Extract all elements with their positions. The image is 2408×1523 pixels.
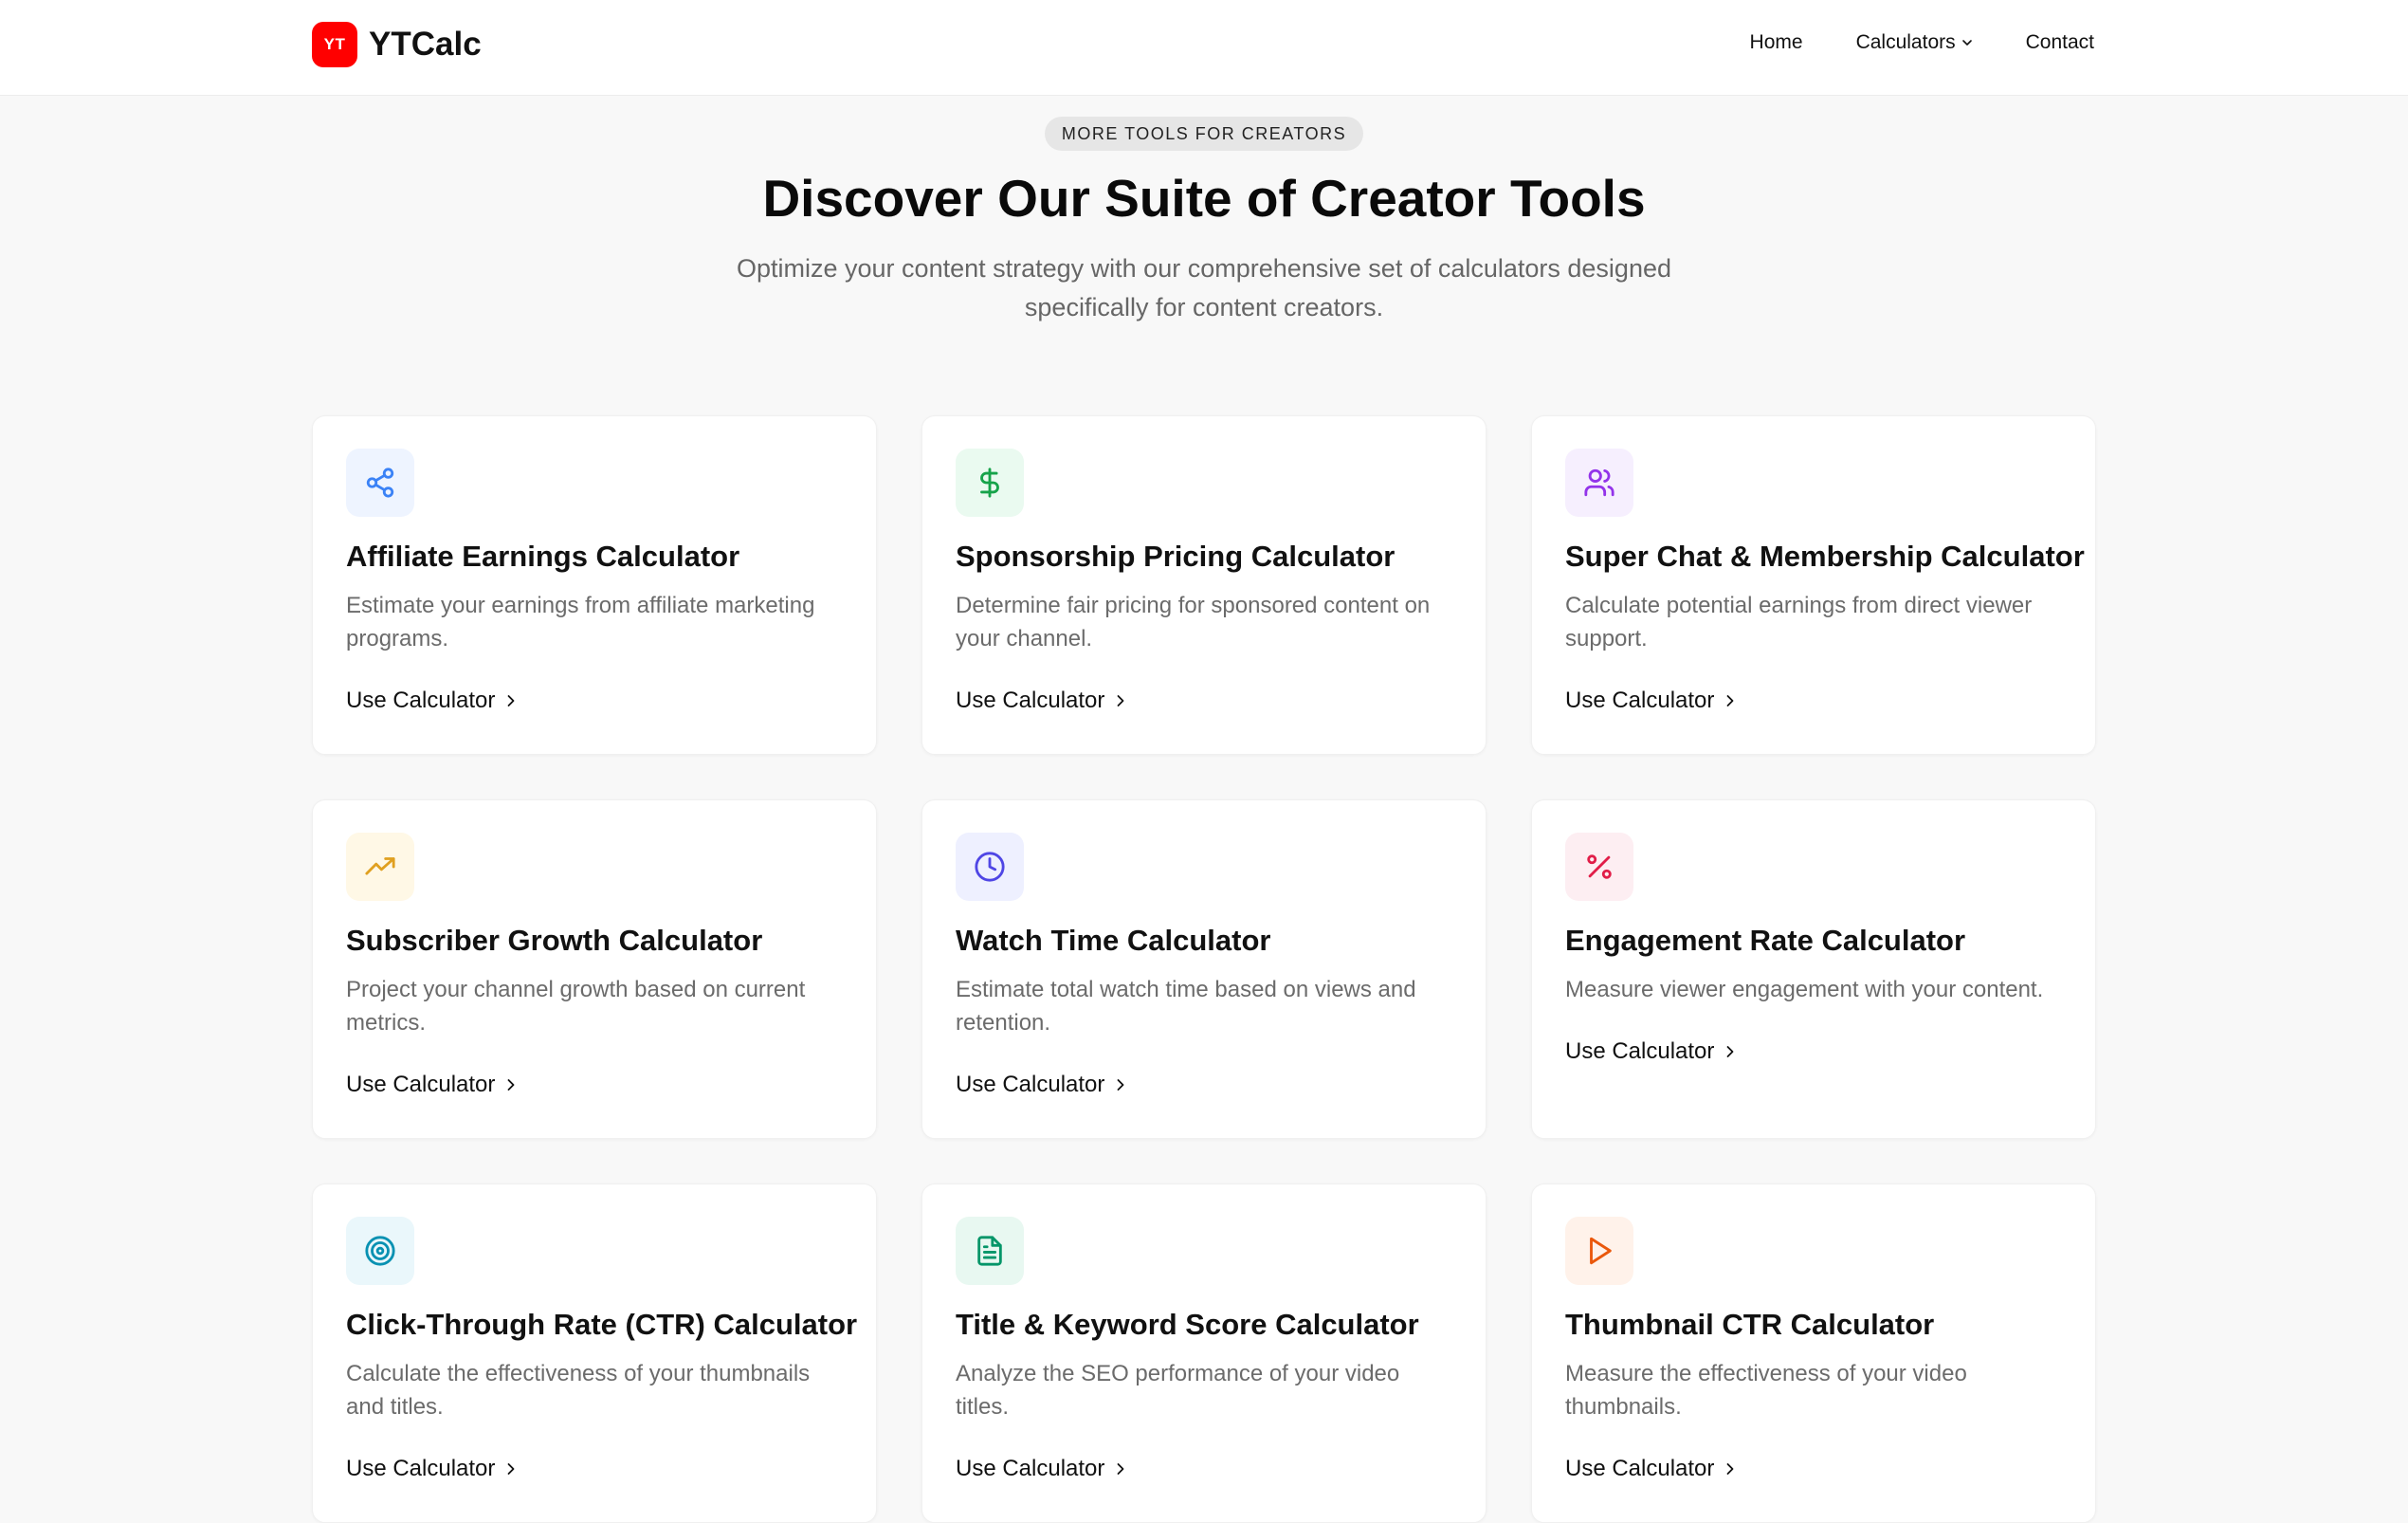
page-subtitle: Optimize your content strategy with our … (737, 254, 1671, 321)
use-calculator-label: Use Calculator (956, 1456, 1105, 1481)
use-calculator-label: Use Calculator (346, 1456, 496, 1481)
nav-contact[interactable]: Contact (2026, 31, 2094, 54)
chevron-down-icon (1961, 40, 1972, 46)
card-description: Measure the effectiveness of your video … (1565, 1361, 1967, 1420)
brand-name: YTCalc (369, 26, 482, 63)
nav-calculators-label: Calculators (1855, 31, 1956, 53)
card-title: Title & Keyword Score Calculator (956, 1308, 1419, 1341)
top-navbar: YT YTCalc Home Calculators Contact (0, 0, 2408, 96)
use-calculator-label: Use Calculator (1565, 1456, 1715, 1481)
file-text-icon (956, 1217, 1024, 1285)
chevron-right-icon (1727, 1463, 1734, 1475)
use-calculator-label: Use Calculator (1565, 1038, 1715, 1064)
use-calculator-link[interactable]: Use Calculator (346, 1456, 518, 1482)
calculator-card: Subscriber Growth Calculator Project you… (312, 799, 877, 1139)
calculator-card: Thumbnail CTR Calculator Measure the eff… (1531, 1184, 2096, 1523)
card-title: Watch Time Calculator (956, 924, 1271, 957)
chevron-right-icon (1727, 1046, 1734, 1057)
trending-up-icon (346, 833, 414, 901)
brand[interactable]: YT YTCalc (312, 22, 482, 67)
share-icon (346, 449, 414, 517)
play-icon (1565, 1217, 1633, 1285)
chevron-right-icon (1118, 1079, 1124, 1091)
nav-home-label: Home (1749, 31, 1803, 53)
calculator-card: Click-Through Rate (CTR) Calculator Calc… (312, 1184, 877, 1523)
use-calculator-label: Use Calculator (346, 1072, 496, 1097)
use-calculator-label: Use Calculator (956, 688, 1105, 713)
card-title: Engagement Rate Calculator (1565, 924, 1966, 957)
card-title: Subscriber Growth Calculator (346, 924, 763, 957)
card-title: Sponsorship Pricing Calculator (956, 540, 1396, 573)
chevron-right-icon (508, 1463, 515, 1475)
calculator-card: Affiliate Earnings Calculator Estimate y… (312, 415, 877, 755)
chevron-right-icon (1118, 1463, 1124, 1475)
chevron-right-icon (1118, 695, 1124, 706)
card-description: Calculate potential earnings from direct… (1565, 593, 2033, 651)
calculator-card: Watch Time Calculator Estimate total wat… (921, 799, 1487, 1139)
clock-icon (956, 833, 1024, 901)
card-description: Determine fair pricing for sponsored con… (956, 593, 1431, 651)
use-calculator-link[interactable]: Use Calculator (956, 1072, 1127, 1098)
card-title: Super Chat & Membership Calculator (1565, 540, 2085, 573)
card-description: Estimate total watch time based on views… (956, 977, 1416, 1036)
card-description: Measure viewer engagement with your cont… (1565, 977, 2044, 1002)
use-calculator-label: Use Calculator (956, 1072, 1105, 1097)
card-title: Affiliate Earnings Calculator (346, 540, 740, 573)
dollar-icon (956, 449, 1024, 517)
chevron-right-icon (508, 695, 515, 706)
use-calculator-link[interactable]: Use Calculator (346, 1072, 518, 1098)
use-calculator-label: Use Calculator (346, 688, 496, 713)
use-calculator-link[interactable]: Use Calculator (1565, 688, 1737, 714)
calculator-card: Engagement Rate Calculator Measure viewe… (1531, 799, 2096, 1139)
section-badge: MORE TOOLS FOR CREATORS (1044, 117, 1364, 151)
card-description: Estimate your earnings from affiliate ma… (346, 593, 815, 651)
nav-calculators-dropdown[interactable]: Calculators (1856, 31, 1973, 54)
card-description: Analyze the SEO performance of your vide… (956, 1361, 1400, 1420)
nav-home[interactable]: Home (1750, 31, 1803, 54)
use-calculator-link[interactable]: Use Calculator (346, 688, 518, 714)
users-icon (1565, 449, 1633, 517)
nav-contact-label: Contact (2025, 31, 2094, 53)
calculator-card: Title & Keyword Score Calculator Analyze… (921, 1184, 1487, 1523)
card-title: Thumbnail CTR Calculator (1565, 1308, 1935, 1341)
calculator-card: Super Chat & Membership Calculator Calcu… (1531, 415, 2096, 755)
main-nav: Home Calculators Contact (1750, 31, 2094, 54)
calculator-card: Sponsorship Pricing Calculator Determine… (921, 415, 1487, 755)
use-calculator-label: Use Calculator (1565, 688, 1715, 713)
card-title: Click-Through Rate (CTR) Calculator (346, 1308, 858, 1341)
chevron-right-icon (1727, 695, 1734, 706)
hero-section: MORE TOOLS FOR CREATORS Discover Our Sui… (0, 96, 2408, 327)
use-calculator-link[interactable]: Use Calculator (1565, 1456, 1737, 1482)
target-icon (346, 1217, 414, 1285)
card-description: Project your channel growth based on cur… (346, 977, 806, 1036)
card-description: Calculate the effectiveness of your thum… (346, 1361, 811, 1420)
use-calculator-link[interactable]: Use Calculator (956, 1456, 1127, 1482)
chevron-right-icon (508, 1079, 515, 1091)
calculator-grid: Affiliate Earnings Calculator Estimate y… (312, 415, 2096, 1523)
logo-icon: YT (312, 22, 357, 67)
use-calculator-link[interactable]: Use Calculator (956, 688, 1127, 714)
use-calculator-link[interactable]: Use Calculator (1565, 1038, 1737, 1065)
page-title: Discover Our Suite of Creator Tools (762, 169, 1646, 228)
percent-icon (1565, 833, 1633, 901)
